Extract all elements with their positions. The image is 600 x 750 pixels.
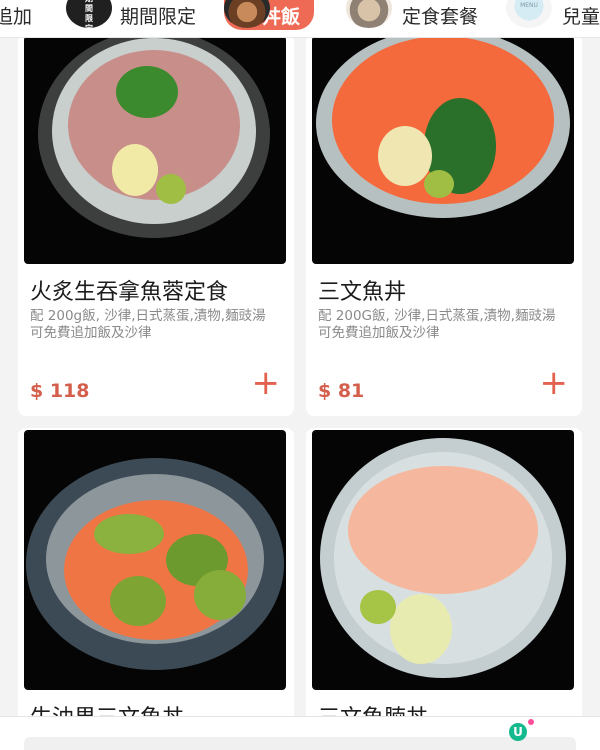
thumbnail-caption: 期間限定: [85, 0, 93, 28]
notification-dot-icon: [528, 719, 534, 725]
add-to-cart-plus-icon[interactable]: +: [252, 366, 281, 400]
menu-item-card[interactable]: 三文魚丼 配 200G飯, 沙律,日式蒸蛋,漬物,麵豉湯 可免費追加飯及沙律 $…: [306, 28, 582, 416]
food-photo-avocado-salmon-bowl: [24, 430, 286, 690]
food-photo-salmon-bowl: [312, 36, 574, 264]
add-to-cart-plus-icon[interactable]: +: [540, 366, 569, 400]
tab-rice-bowl[interactable]: 丼飯: [224, 0, 315, 30]
cart-summary-strip[interactable]: [24, 737, 576, 750]
item-title: 三文魚丼: [318, 280, 407, 305]
kids-menu-thumbnail-icon: MENU: [506, 0, 552, 28]
tab-set-meal[interactable]: 定食套餐: [346, 0, 496, 30]
item-price: $ 118: [30, 380, 90, 402]
food-photo-salmon-belly-bowl: [312, 430, 574, 690]
food-photo-tuna-set: [24, 36, 286, 264]
tab-kids[interactable]: MENU 兒童: [506, 0, 600, 30]
tab-limited-time[interactable]: 期間限定 期間限定: [66, 0, 206, 30]
item-description: 配 200g飯, 沙律,日式蒸蛋,漬物,麵豉湯 可免費追加飯及沙律: [30, 308, 266, 341]
tab-add-on[interactable]: 追加: [0, 0, 32, 30]
limited-time-thumbnail-icon: 期間限定: [66, 0, 112, 28]
category-tab-bar: 追加 期間限定 期間限定 丼飯 定食套餐 MENU 兒童: [0, 0, 600, 38]
tab-label: 兒童: [562, 5, 600, 28]
item-description: 配 200G飯, 沙律,日式蒸蛋,漬物,麵豉湯 可免費追加飯及沙律: [318, 308, 556, 341]
item-price: $ 81: [318, 380, 365, 402]
bottom-cart-bar: U: [0, 716, 600, 750]
menu-item-card[interactable]: 牛油果三文魚丼: [18, 428, 294, 750]
thumbnail-caption: MENU: [520, 2, 538, 9]
menu-item-card[interactable]: 三文魚腩丼: [306, 428, 582, 750]
item-title: 火炙生吞拿魚蓉定食: [30, 280, 229, 305]
tab-label: 追加: [0, 5, 33, 28]
set-meal-thumbnail-icon: [346, 0, 392, 28]
tab-label: 定食套餐: [402, 5, 479, 28]
app-logo-badge-icon: U: [509, 723, 527, 741]
menu-item-card[interactable]: 火炙生吞拿魚蓉定食 配 200g飯, 沙律,日式蒸蛋,漬物,麵豉湯 可免費追加飯…: [18, 28, 294, 416]
tab-label: 期間限定: [120, 5, 197, 28]
